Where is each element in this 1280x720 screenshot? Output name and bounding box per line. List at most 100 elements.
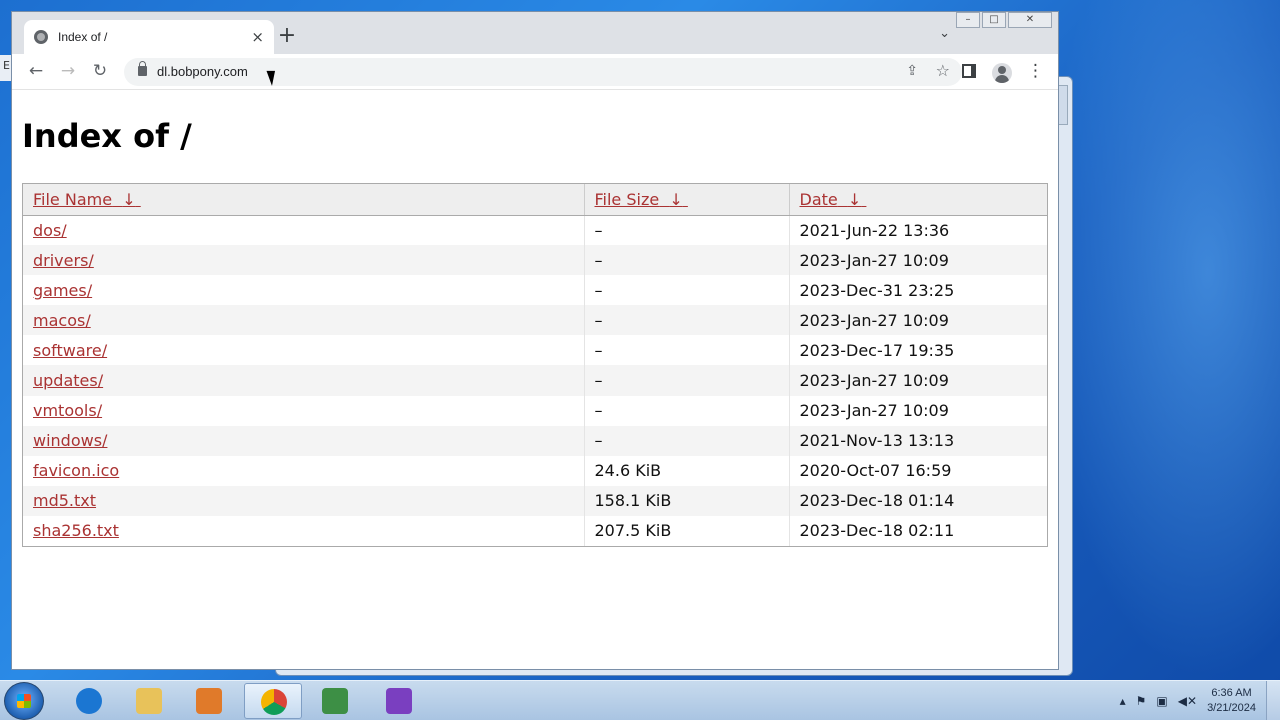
forward-arrow-icon[interactable]: → (57, 61, 79, 81)
file-name-cell: updates/ (23, 365, 584, 396)
tab-search-chevron-icon[interactable]: ⌄ (939, 26, 950, 41)
lock-icon[interactable] (138, 61, 147, 76)
file-link[interactable]: dos/ (33, 221, 67, 240)
file-size-cell: – (583, 395, 789, 426)
taskbar-button-task-manager[interactable] (306, 683, 364, 719)
file-listing-table: File Name ↓ File Size ↓ Date ↓ dos/–2021… (22, 183, 1048, 548)
file-name-cell: games/ (23, 275, 584, 305)
tab-title: Index of / (58, 30, 108, 44)
file-name-cell: vmtools/ (23, 396, 584, 426)
tab-strip: Index of / × + ⌄ – □ ✕ (12, 12, 1058, 54)
file-size-cell: 24.6 KiB (583, 455, 789, 486)
column-label: File Name (33, 189, 113, 209)
file-size-cell: 207.5 KiB (583, 515, 789, 547)
maximize-button[interactable]: □ (982, 12, 1006, 28)
taskbar: ▴ ⚑ ▣ ◀✕ 6:36 AM 3/21/2024 (0, 680, 1280, 720)
taskbar-button-media-player[interactable] (180, 683, 238, 719)
file-name-cell: favicon.ico (23, 456, 584, 486)
file-size-cell: – (583, 305, 789, 336)
network-icon[interactable]: ▣ (1156, 694, 1167, 708)
file-link[interactable]: software/ (33, 341, 107, 360)
file-name-cell: macos/ (23, 305, 584, 336)
file-date-cell: 2023-Jan-27 10:09 (788, 305, 1047, 336)
new-tab-button[interactable]: + (274, 24, 300, 50)
file-link[interactable]: favicon.ico (33, 461, 119, 480)
back-arrow-icon[interactable]: ← (25, 61, 47, 81)
column-label: File Size (594, 189, 660, 209)
side-panel-icon[interactable] (962, 64, 976, 78)
globe-icon (34, 30, 48, 44)
file-date-cell: 2023-Jan-27 10:09 (788, 365, 1047, 396)
table-row: md5.txt 158.1 KiB 2023-Dec-18 01:14 (23, 485, 1047, 516)
show-desktop-button[interactable] (1266, 681, 1280, 720)
column-header-file-name: File Name ↓ (23, 184, 584, 216)
url-text[interactable]: dl.bobpony.com (157, 64, 248, 79)
sort-arrow-icon: ↓ (847, 189, 862, 209)
file-link[interactable]: macos/ (33, 311, 91, 330)
file-link[interactable]: updates/ (33, 371, 103, 390)
file-size-cell: – (583, 425, 789, 456)
table-row: macos/ –2023-Jan-27 10:09 (23, 305, 1047, 336)
table-row: favicon.ico 24.6 KiB 2020-Oct-07 16:59 (23, 455, 1047, 486)
taskbar-button-internet-explorer[interactable] (60, 683, 118, 719)
table-header-row: File Name ↓ File Size ↓ Date ↓ (23, 184, 1047, 216)
column-header-date: Date ↓ (788, 184, 1047, 216)
clock-time: 6:36 AM (1211, 687, 1252, 699)
file-date-cell: 2020-Oct-07 16:59 (788, 455, 1047, 486)
taskbar-button-file-explorer[interactable] (120, 683, 178, 719)
kebab-menu-icon[interactable]: ⋮ (1027, 61, 1044, 81)
table-row: software/ –2023-Dec-17 19:35 (23, 335, 1047, 366)
file-name-cell: software/ (23, 335, 584, 365)
file-size-cell: – (583, 215, 789, 246)
table-row: windows/ –2021-Nov-13 13:13 (23, 425, 1047, 456)
media-player-icon (196, 688, 222, 714)
page-content: Index of / File Name ↓ File Size ↓ Date … (12, 91, 1058, 669)
file-name-cell: drivers/ (23, 245, 584, 276)
file-link[interactable]: games/ (33, 281, 92, 300)
minimize-button[interactable]: – (956, 12, 980, 28)
page-title: Index of / (22, 117, 192, 155)
sort-by-name-link[interactable]: File Name ↓ (33, 190, 141, 209)
file-size-cell: – (583, 335, 789, 366)
taskbar-button-paint[interactable] (370, 683, 428, 719)
profile-avatar-icon[interactable] (992, 63, 1012, 83)
file-link[interactable]: sha256.txt (33, 521, 119, 540)
file-date-cell: 2023-Dec-31 23:25 (788, 275, 1047, 306)
close-tab-icon[interactable]: × (251, 28, 264, 46)
address-bar[interactable]: dl.bobpony.com ⇪ ☆ (124, 58, 962, 86)
file-link[interactable]: md5.txt (33, 491, 96, 510)
file-size-cell: – (583, 245, 789, 276)
file-link[interactable]: windows/ (33, 431, 107, 450)
paint-icon (386, 688, 412, 714)
file-date-cell: 2023-Dec-18 01:14 (788, 485, 1047, 516)
sort-by-size-link[interactable]: File Size ↓ (595, 190, 688, 209)
file-link[interactable]: vmtools/ (33, 401, 102, 420)
internet-explorer-icon (76, 688, 102, 714)
reload-icon[interactable]: ↻ (89, 61, 111, 81)
clock[interactable]: 6:36 AM 3/21/2024 (1207, 686, 1256, 716)
file-name-cell: sha256.txt (23, 516, 584, 546)
action-center-flag-icon[interactable]: ⚑ (1136, 694, 1147, 708)
file-size-cell: 158.1 KiB (583, 485, 789, 516)
table-row: games/ –2023-Dec-31 23:25 (23, 275, 1047, 306)
file-name-cell: windows/ (23, 425, 584, 456)
bookmark-star-icon[interactable]: ☆ (936, 61, 950, 80)
file-explorer-icon (136, 688, 162, 714)
table-row: drivers/ –2023-Jan-27 10:09 (23, 245, 1047, 276)
table-row: sha256.txt 207.5 KiB 2023-Dec-18 02:11 (23, 515, 1047, 547)
share-icon[interactable]: ⇪ (906, 63, 918, 79)
taskbar-button-chrome[interactable] (244, 683, 302, 719)
volume-muted-icon[interactable]: ◀✕ (1178, 694, 1197, 708)
sort-arrow-icon: ↓ (122, 189, 136, 209)
desktop-background (1040, 0, 1280, 680)
close-window-button[interactable]: ✕ (1008, 12, 1052, 28)
column-header-file-size: File Size ↓ (583, 184, 789, 216)
sort-by-date-link[interactable]: Date ↓ (800, 190, 867, 209)
show-hidden-icons-icon[interactable]: ▴ (1120, 694, 1126, 708)
start-button[interactable] (4, 682, 44, 720)
file-date-cell: 2023-Jan-27 10:09 (788, 395, 1047, 426)
tab-index[interactable]: Index of / × (24, 20, 274, 54)
file-date-cell: 2023-Jan-27 10:09 (788, 245, 1047, 276)
file-date-cell: 2023-Dec-18 02:11 (788, 515, 1047, 547)
file-link[interactable]: drivers/ (33, 251, 94, 270)
